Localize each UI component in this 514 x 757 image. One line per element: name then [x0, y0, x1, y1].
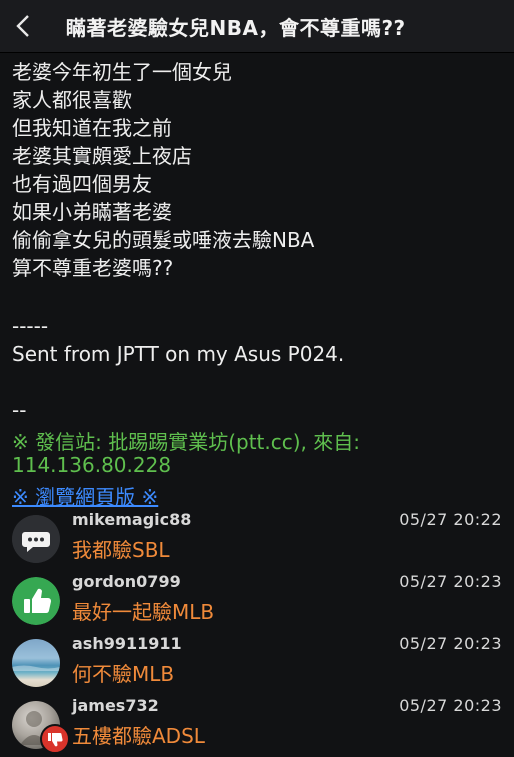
- post-body: 老婆今年初生了一個女兒 家人都很喜歡 但我知道在我之前 老婆其實頗愛上夜店 也有…: [12, 58, 502, 282]
- post-line: 但我知道在我之前: [12, 116, 172, 140]
- page-title: 瞞著老婆驗女兒NBA，會不尊重嗎??: [66, 15, 406, 40]
- comment-time: 05/27 20:23: [399, 696, 502, 715]
- comment-username[interactable]: gordon0799: [72, 572, 181, 591]
- signature-dashes: --: [12, 398, 27, 422]
- comment-username[interactable]: ash9911911: [72, 634, 182, 653]
- post-line: 如果小弟瞞著老婆: [12, 200, 172, 224]
- source-ip: 114.136.80.228: [12, 453, 172, 477]
- post-line: 老婆今年初生了一個女兒: [12, 60, 232, 84]
- avatar: [12, 515, 60, 563]
- thumbs-down-badge-icon: [40, 724, 70, 754]
- post-line: 家人都很喜歡: [12, 88, 132, 112]
- comment-username[interactable]: james732: [72, 696, 159, 715]
- comment-time: 05/27 20:23: [399, 572, 502, 591]
- comment-item: mikemagic88 05/27 20:22 我都驗SBL: [0, 508, 514, 570]
- post-line: 老婆其實頗愛上夜店: [12, 144, 192, 168]
- speech-bubble-icon: [12, 515, 60, 563]
- comment-text: 何不驗MLB: [72, 662, 175, 686]
- post-line: 算不尊重老婆嗎??: [12, 256, 174, 280]
- comment-text: 我都驗SBL: [72, 538, 170, 562]
- divider-text: -----: [12, 314, 49, 338]
- beach-photo-icon: [12, 665, 60, 671]
- back-button[interactable]: [0, 0, 46, 52]
- thumbs-up-icon: [12, 577, 60, 625]
- source-info: ※ 發信站: 批踢踢實業坊(ptt.cc), 來自:: [12, 430, 360, 454]
- sent-from-text: Sent from JPTT on my Asus P024.: [12, 342, 345, 366]
- comment-time: 05/27 20:23: [399, 634, 502, 653]
- comment-item: james732 05/27 20:23 五樓都驗ADSL: [0, 694, 514, 756]
- top-bar: 瞞著老婆驗女兒NBA，會不尊重嗎??: [0, 0, 514, 53]
- web-version-link[interactable]: ※ 瀏覽網頁版 ※: [12, 481, 158, 510]
- comment-item: ash9911911 05/27 20:23 何不驗MLB: [0, 632, 514, 694]
- comment-item: gordon0799 05/27 20:23 最好一起驗MLB: [0, 570, 514, 632]
- comment-time: 05/27 20:22: [399, 510, 502, 529]
- comment-text: 五樓都驗ADSL: [72, 724, 205, 748]
- avatar: [12, 639, 60, 687]
- post-line: 也有過四個男友: [12, 172, 152, 196]
- post-line: 偷偷拿女兒的頭髮或唾液去驗NBA: [12, 228, 315, 252]
- comment-text: 最好一起驗MLB: [72, 600, 215, 624]
- comment-username[interactable]: mikemagic88: [72, 510, 191, 529]
- chevron-left-icon: [16, 15, 29, 37]
- avatar: [12, 577, 60, 625]
